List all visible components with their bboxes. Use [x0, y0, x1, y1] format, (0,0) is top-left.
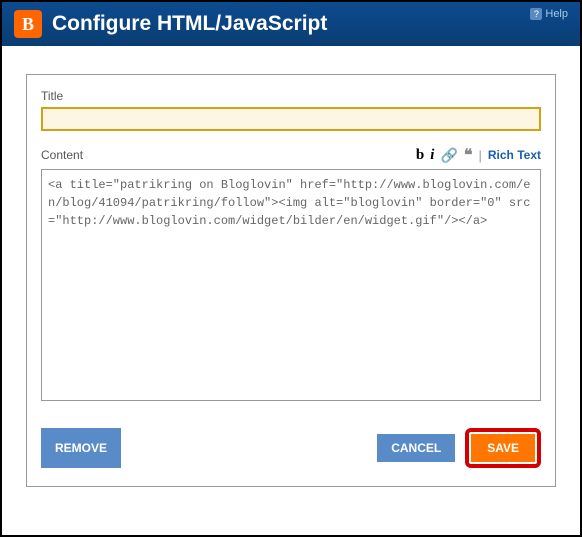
blogger-logo: B	[14, 10, 42, 38]
content-label: Content	[41, 148, 83, 162]
remove-button[interactable]: REMOVE	[41, 428, 121, 468]
help-icon: ?	[530, 8, 542, 20]
toolbar-separator: |	[478, 148, 481, 163]
title-input[interactable]	[41, 107, 541, 131]
help-link[interactable]: ?Help	[530, 8, 568, 20]
italic-button[interactable]: i	[430, 147, 434, 164]
dialog-title: Configure HTML/JavaScript	[52, 12, 327, 36]
help-label: Help	[545, 8, 568, 20]
save-button[interactable]: SAVE	[471, 434, 535, 462]
title-label: Title	[41, 89, 541, 103]
editor-toolbar: b i 🔗 ❝ | Rich Text	[416, 145, 541, 165]
content-textarea[interactable]	[41, 169, 541, 401]
form-panel: Title Content b i 🔗 ❝ | Rich Text REMOVE…	[26, 74, 556, 487]
logo-letter: B	[22, 14, 34, 35]
content-header-row: Content b i 🔗 ❝ | Rich Text	[41, 145, 541, 165]
rich-text-toggle[interactable]: Rich Text	[488, 148, 541, 162]
button-row: REMOVE CANCEL SAVE	[41, 428, 541, 468]
cancel-button[interactable]: CANCEL	[377, 434, 455, 462]
save-highlight: SAVE	[465, 428, 541, 468]
dialog-header: B Configure HTML/JavaScript ?Help	[2, 2, 580, 46]
right-buttons: CANCEL SAVE	[377, 428, 541, 468]
bold-button[interactable]: b	[416, 147, 424, 164]
link-icon[interactable]: 🔗	[440, 147, 457, 164]
quote-button[interactable]: ❝	[464, 145, 473, 165]
